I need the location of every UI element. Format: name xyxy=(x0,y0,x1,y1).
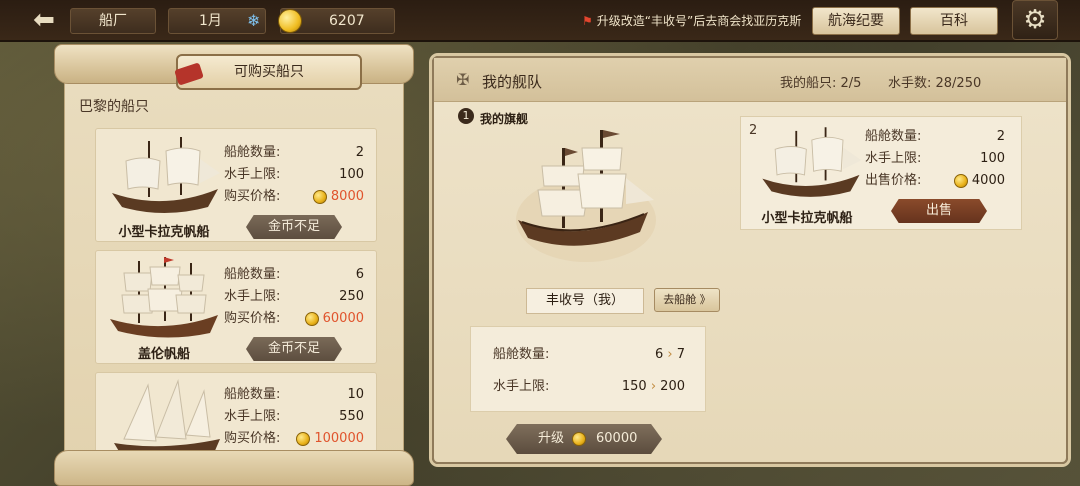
ship-card[interactable]: 小型卡拉克帆船 船舱数量: 2 水手上限: 100 购买价格: 8000 金币不足 xyxy=(95,128,377,242)
scroll-bottom-roll xyxy=(54,450,414,486)
gold-coin-icon xyxy=(296,431,311,446)
shop-title: 可购买船只 xyxy=(176,54,362,90)
ship-list[interactable]: 巴黎的船只 小型卡拉克帆船 船舱数量: 2 水手上限: 100 购买价格: 8000 xyxy=(64,82,404,482)
gold-coin-icon xyxy=(312,189,327,204)
buy-price-row: 购买价格: 8000 xyxy=(224,189,364,204)
upgrade-price: 60000 xyxy=(596,431,638,446)
flag-icon: ⚑ xyxy=(582,14,593,28)
cabin-upgrade-row: 船舱数量: 6 › 7 xyxy=(493,347,685,362)
ship-shop-scroll: 巴黎的船只 小型卡拉克帆船 船舱数量: 2 水手上限: 100 购买价格: 8000 xyxy=(54,44,414,486)
buy-price-row: 购买价格: 60000 xyxy=(224,311,364,326)
flagship-image xyxy=(516,130,656,262)
cabin-count-row: 船舱数量: 6 xyxy=(224,267,364,282)
sell-price-row: 出售价格: 4000 xyxy=(865,173,1005,188)
city-label: 巴黎的船只 xyxy=(79,99,149,115)
insufficient-gold-button[interactable]: 金币不足 xyxy=(246,215,342,239)
gold-coin-icon xyxy=(304,311,319,326)
flagship-name: 丰收号（我） xyxy=(526,288,644,314)
fleet-title: 我的舰队 xyxy=(482,73,543,91)
quest-text: 升级改造“丰收号”后去商会找亚历克斯 xyxy=(596,14,802,28)
ship-name: 小型卡拉克帆船 xyxy=(118,225,210,240)
gold-coin-icon xyxy=(572,432,586,446)
sell-button[interactable]: 出售 xyxy=(891,199,987,223)
owned-ship-name: 小型卡拉克帆船 xyxy=(761,211,853,226)
fleet-panel: ✠ 我的舰队 我的船只: 2/5 水手数: 28/250 1 我的旗舰 丰收号（… xyxy=(432,56,1068,464)
snowflake-icon: ❄ xyxy=(247,11,261,30)
flagship-index-badge: 1 xyxy=(458,108,474,124)
upgrade-button[interactable]: 升级 60000 xyxy=(506,424,662,454)
ship-count: 我的船只: 2/5 xyxy=(780,76,862,91)
back-button[interactable]: ⬅ xyxy=(24,7,64,35)
quest-tracker[interactable]: ⚑ 升级改造“丰收号”后去商会找亚历克斯 xyxy=(582,12,801,29)
cabin-count-row: 船舱数量: 2 xyxy=(224,145,364,160)
crew-upgrade-row: 水手上限: 150 › 200 xyxy=(493,379,685,394)
crew-limit-row: 水手上限: 550 xyxy=(224,409,364,424)
location-label: 船厂 xyxy=(70,8,156,34)
fleet-header: ✠ 我的舰队 我的船只: 2/5 水手数: 28/250 xyxy=(434,58,1066,102)
back-arrow-icon: ⬅ xyxy=(33,5,55,35)
ship-card[interactable]: 盖伦帆船 船舱数量: 6 水手上限: 250 购买价格: 60000 金币不足 xyxy=(95,250,377,364)
crew-limit-row: 水手上限: 250 xyxy=(224,289,364,304)
carrack-ship-image xyxy=(762,127,862,197)
cabin-count-row: 船舱数量: 10 xyxy=(224,387,364,402)
top-bar: ⬅ 船厂 1月 ❄ 6207 ⚑ 升级改造“丰收号”后去商会找亚历克斯 航海纪要 … xyxy=(0,0,1080,42)
wiki-button[interactable]: 百科 xyxy=(910,7,998,35)
ship-name: 盖伦帆船 xyxy=(137,347,190,362)
gold-coin-icon xyxy=(953,173,968,188)
month-label: 1月 xyxy=(199,13,222,29)
voyage-log-button[interactable]: 航海纪要 xyxy=(812,7,900,35)
buy-price-row: 购买价格: 100000 xyxy=(224,431,364,446)
upgrade-label: 升级 xyxy=(538,431,565,446)
settings-button[interactable]: ⚙ xyxy=(1012,0,1058,40)
fleet-icon: ✠ xyxy=(456,70,470,89)
crew-count: 水手数: 28/250 xyxy=(888,76,982,91)
crew-limit-row: 水手上限: 100 xyxy=(224,167,364,182)
owned-ship-card[interactable]: 2 小型卡拉克帆船 船舱数量: 2 水手上限: 100 出售价格: 4000 出售 xyxy=(740,116,1022,230)
gear-icon: ⚙ xyxy=(1023,5,1047,35)
insufficient-gold-button[interactable]: 金币不足 xyxy=(246,337,342,361)
carrack-ship-image xyxy=(112,137,220,213)
cabin-count-row: 船舱数量: 2 xyxy=(865,129,1005,144)
crew-limit-row: 水手上限: 100 xyxy=(865,151,1005,166)
month-display: 1月 ❄ xyxy=(168,8,266,34)
upgrade-stats: 船舱数量: 6 › 7 水手上限: 150 › 200 xyxy=(470,326,706,412)
gold-coin-icon xyxy=(278,9,302,33)
go-to-cabin-button[interactable]: 去船舱 》 xyxy=(654,288,720,312)
galleon-ship-image xyxy=(110,257,218,338)
gold-amount: 6207 xyxy=(329,13,365,29)
